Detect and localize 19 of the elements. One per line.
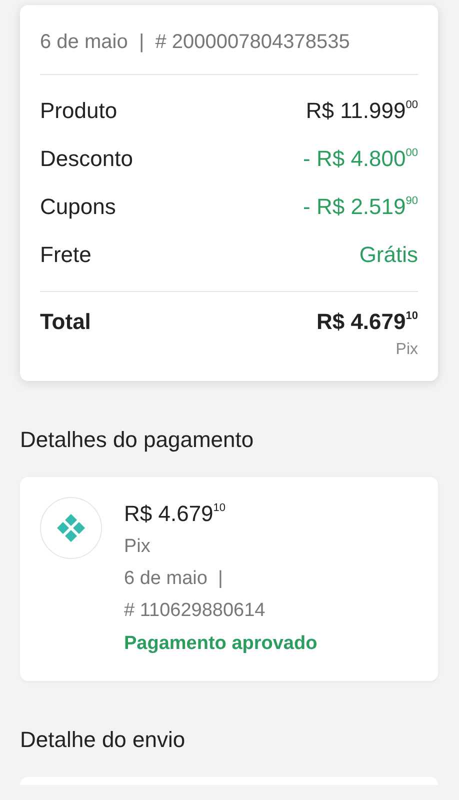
- payment-amount: R$ 4.679$^{10}$: [124, 500, 227, 528]
- line-label: Produto: [40, 98, 118, 124]
- section-title: Detalhe do envio: [20, 727, 186, 753]
- total-amount: R$ 4.679$^{10}$: [316, 309, 418, 335]
- section-title: Detalhes do pagamento: [20, 427, 255, 453]
- payment-reference: # 110629880614: [124, 599, 266, 623]
- line-amount: - R$ 2.519$^{90}$: [303, 194, 418, 220]
- payment-method: Pix: [124, 535, 152, 559]
- payment-status: Pagamento aprovado: [124, 632, 318, 656]
- line-amount: R$ 11.999$^{00}$: [306, 98, 418, 124]
- line-amount: - R$ 4.800$^{00}$: [303, 146, 418, 172]
- payment-method: Pix: [394, 341, 418, 359]
- payment-date: 6 de maio |: [124, 567, 224, 591]
- order-header: 6 de maio | # 2000007804378535: [40, 30, 351, 55]
- line-label: Cupons: [40, 194, 116, 220]
- line-label: Frete: [40, 242, 92, 268]
- total-label: Total: [40, 309, 91, 335]
- line-amount: Grátis: [359, 242, 418, 268]
- line-label: Desconto: [40, 146, 133, 172]
